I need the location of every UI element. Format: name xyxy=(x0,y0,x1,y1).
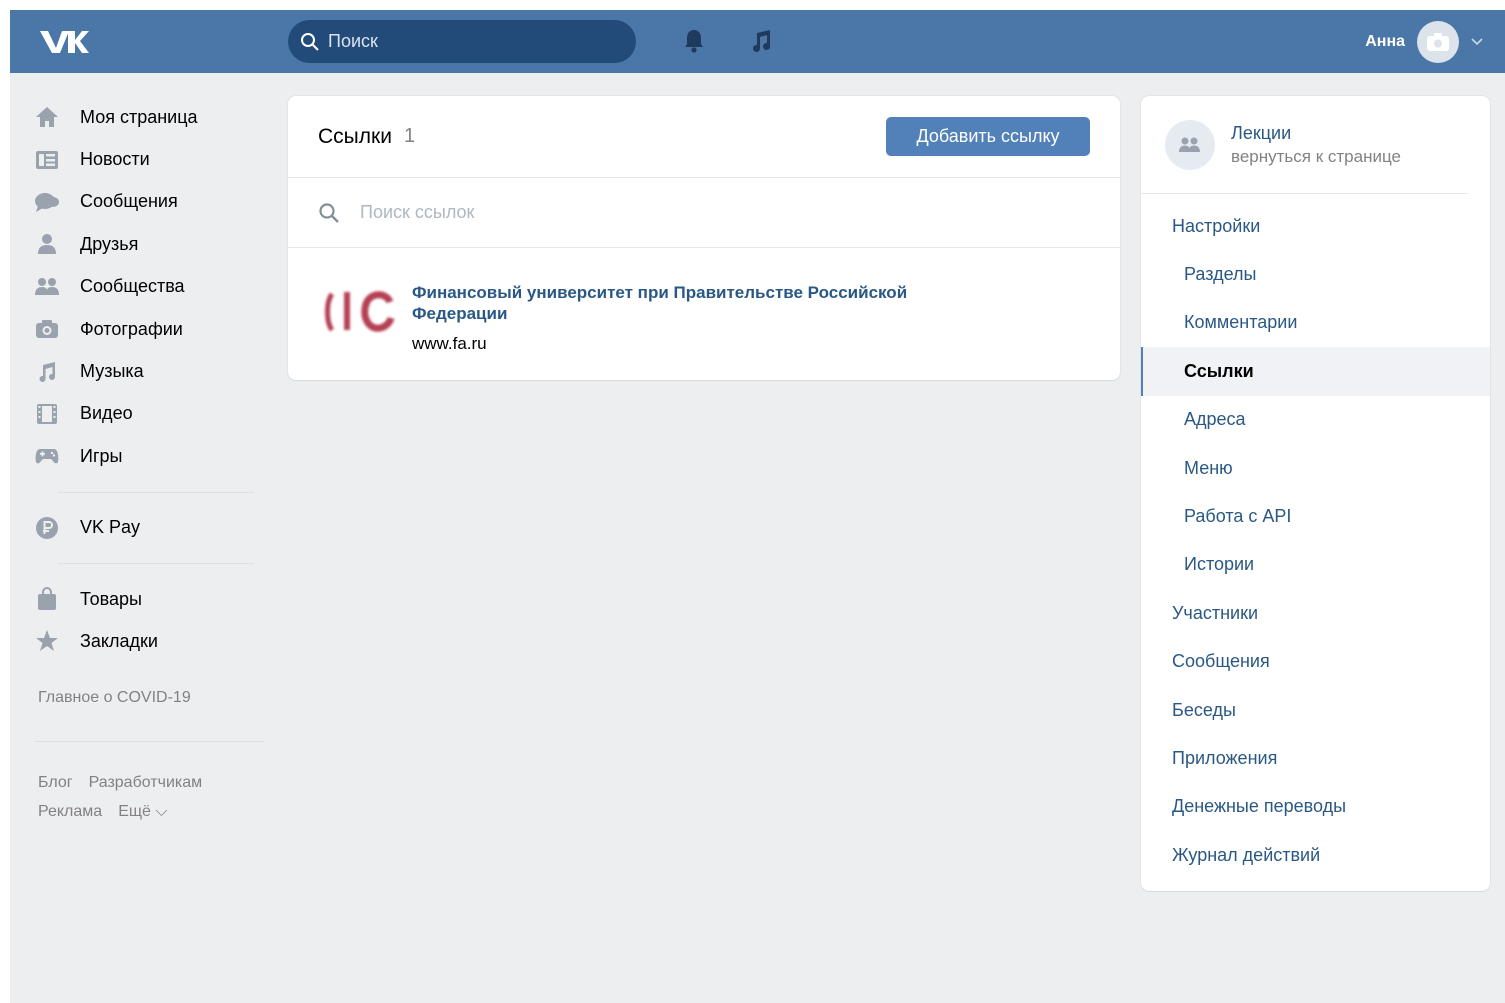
menu-item-addresses[interactable]: Адреса xyxy=(1141,396,1490,444)
camera-icon xyxy=(1427,32,1449,51)
music-icon xyxy=(39,361,55,382)
menu-item-chats[interactable]: Беседы xyxy=(1141,686,1490,734)
footer-links: Блог Разработчикам Реклама Ещё ⌵ xyxy=(38,768,278,826)
links-search[interactable] xyxy=(288,178,1120,248)
links-search-input[interactable] xyxy=(360,202,1060,223)
menu-item-action-log[interactable]: Журнал действий xyxy=(1141,831,1490,879)
menu-item-stories[interactable]: Истории xyxy=(1141,541,1490,589)
links-card-header: Ссылки 1 Добавить ссылку xyxy=(288,96,1120,178)
global-search-input[interactable] xyxy=(328,31,618,52)
menu-item-links[interactable]: Ссылки xyxy=(1141,347,1490,396)
link-thumbnail xyxy=(318,272,398,352)
nav-label: Фотографии xyxy=(80,318,183,339)
vk-logo[interactable] xyxy=(38,28,90,56)
covid-link[interactable]: Главное о COVID-19 xyxy=(38,689,266,707)
footer-developers-link[interactable]: Разработчикам xyxy=(89,768,203,797)
menu-item-money-transfers[interactable]: Денежные переводы xyxy=(1141,783,1490,831)
menu-item-apps[interactable]: Приложения xyxy=(1141,734,1490,782)
vk-logo-icon xyxy=(40,31,89,53)
footer-blog-link[interactable]: Блог xyxy=(38,768,73,797)
add-link-button[interactable]: Добавить ссылку xyxy=(886,117,1090,156)
bell-icon[interactable] xyxy=(680,27,708,55)
camera-icon xyxy=(36,320,58,339)
global-search[interactable] xyxy=(288,20,636,63)
settings-menu: Лекции вернуться к странице Настройки Ра… xyxy=(1141,96,1490,891)
user-menu[interactable]: Анна xyxy=(1365,20,1483,63)
group-back-label: вернуться к странице xyxy=(1231,146,1401,166)
links-card: Ссылки 1 Добавить ссылку Поиск ссылок Фи… xyxy=(288,96,1120,380)
nav-item-photos[interactable]: Фотографии xyxy=(34,308,266,350)
nav-item-music[interactable]: Музыка xyxy=(34,350,266,392)
user-name: Анна xyxy=(1365,32,1405,50)
nav-item-vkpay[interactable]: VK Pay xyxy=(34,507,266,549)
list-item[interactable]: Финансовый университет при Правительстве… xyxy=(288,248,1120,378)
settings-menu-list: Настройки Разделы Комментарии Ссылки Адр… xyxy=(1141,194,1490,879)
chevron-down-icon xyxy=(1471,37,1483,45)
nav-item-my-page[interactable]: Моя страница xyxy=(34,96,266,138)
nav-label: Сообщества xyxy=(80,276,185,297)
nav-divider xyxy=(58,562,254,564)
footer-ads-link[interactable]: Реклама xyxy=(38,797,102,826)
links-count: 1 xyxy=(403,125,416,147)
news-icon xyxy=(36,150,58,169)
nav-item-messages[interactable]: Сообщения xyxy=(34,181,266,223)
left-nav: Моя страница Новости Сообщения Друзья Со… xyxy=(34,96,266,826)
nav-item-video[interactable]: Видео xyxy=(34,393,266,435)
nav-item-bookmarks[interactable]: Закладки xyxy=(34,620,266,662)
nav-label: Закладки xyxy=(80,630,158,651)
nav-label: Друзья xyxy=(80,233,139,254)
menu-item-sections[interactable]: Разделы xyxy=(1141,250,1490,298)
menu-item-menu[interactable]: Меню xyxy=(1141,444,1490,492)
home-icon xyxy=(36,107,58,128)
footer-divider xyxy=(34,740,264,742)
nav-divider xyxy=(58,491,254,493)
nav-item-communities[interactable]: Сообщества xyxy=(34,266,266,308)
link-logo-icon xyxy=(325,291,395,332)
nav-label: Музыка xyxy=(80,361,144,382)
link-title[interactable]: Финансовый университет при Правительстве… xyxy=(412,282,992,324)
communities-icon xyxy=(1179,137,1200,152)
nav-label: Сообщения xyxy=(80,191,178,212)
menu-item-api[interactable]: Работа с API xyxy=(1141,492,1490,540)
search-icon xyxy=(319,202,339,223)
nav-label: Новости xyxy=(80,149,150,170)
menu-item-members[interactable]: Участники xyxy=(1141,589,1490,637)
friends-icon xyxy=(38,234,56,255)
menu-item-messages[interactable]: Сообщения xyxy=(1141,638,1490,686)
nav-item-friends[interactable]: Друзья xyxy=(34,223,266,265)
star-icon xyxy=(36,630,58,652)
nav-label: Товары xyxy=(80,588,142,609)
music-icon[interactable] xyxy=(748,27,776,55)
menu-item-comments[interactable]: Комментарии xyxy=(1141,299,1490,347)
group-name: Лекции xyxy=(1231,122,1292,143)
nav-label: Моя страница xyxy=(80,106,198,127)
nav-item-goods[interactable]: Товары xyxy=(34,578,266,620)
nav-label: Игры xyxy=(80,445,123,466)
messages-icon xyxy=(35,192,59,212)
link-url: www.fa.ru xyxy=(412,334,487,353)
search-icon xyxy=(301,32,319,51)
page-title: Ссылки xyxy=(318,124,392,148)
nav-label: VK Pay xyxy=(80,517,141,538)
page: Анна Моя страница Новости Сообщен xyxy=(10,10,1505,1003)
video-icon xyxy=(37,403,57,424)
avatar xyxy=(1417,20,1459,63)
vkpay-icon xyxy=(36,516,58,539)
gamepad-icon xyxy=(35,449,59,464)
link-info: Финансовый университет при Правительстве… xyxy=(412,268,992,358)
top-header: Анна xyxy=(10,10,1505,73)
nav-item-games[interactable]: Игры xyxy=(34,435,266,477)
group-texts: Лекции вернуться к странице xyxy=(1231,121,1401,169)
footer-more-link[interactable]: Ещё ⌵ xyxy=(118,797,167,826)
group-back-link[interactable]: Лекции вернуться к странице xyxy=(1141,96,1468,194)
nav-label: Видео xyxy=(80,403,133,424)
group-avatar xyxy=(1165,119,1215,170)
bag-icon xyxy=(38,587,56,611)
menu-item-settings[interactable]: Настройки xyxy=(1141,202,1490,250)
communities-icon xyxy=(35,277,59,295)
nav-item-news[interactable]: Новости xyxy=(34,138,266,180)
